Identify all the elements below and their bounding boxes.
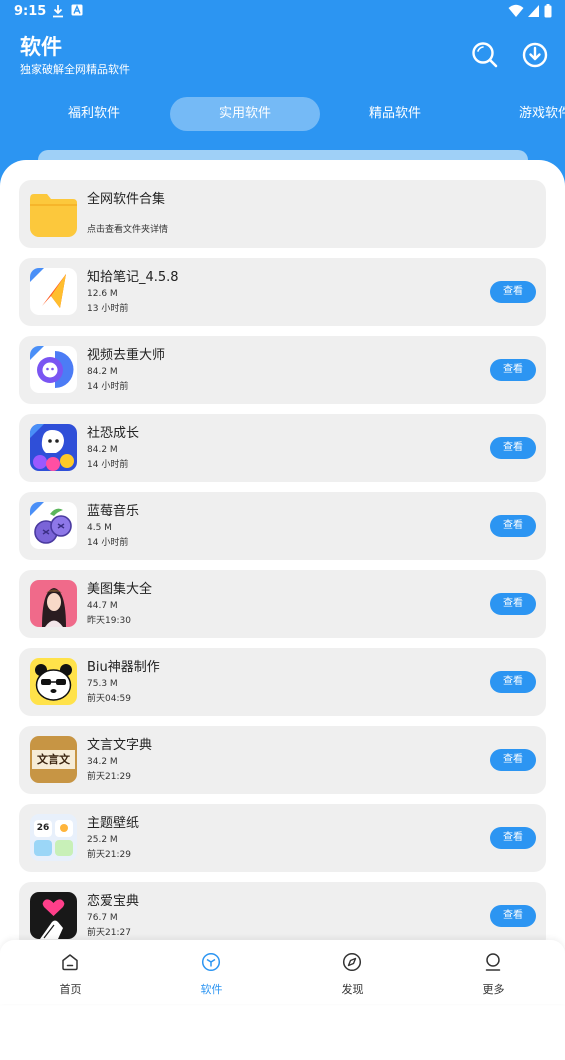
status-bar: 9:15 xyxy=(0,0,565,24)
nav-label: 软件 xyxy=(200,983,223,996)
tab-games[interactable]: 游戏软件 xyxy=(470,97,565,131)
nav-discover[interactable]: 发现 xyxy=(282,940,423,1004)
view-button[interactable]: 查看 xyxy=(490,749,536,771)
social-growth-icon xyxy=(30,424,77,471)
view-button[interactable]: 查看 xyxy=(490,905,536,927)
download-status-icon xyxy=(53,5,63,18)
app-size: 84.2 M xyxy=(87,367,118,377)
page-title: 软件 xyxy=(20,35,62,59)
app-status-icon xyxy=(71,4,83,16)
person-icon xyxy=(485,953,501,971)
app-name: 文言文字典 xyxy=(87,738,153,753)
app-card[interactable]: 知拾笔记_4.5.8 12.6 M 13 小时前 查看 xyxy=(19,258,546,326)
app-card[interactable]: 视频去重大师 84.2 M 14 小时前 查看 xyxy=(19,336,546,404)
app-card[interactable]: 美图集大全 44.7 M 昨天19:30 查看 xyxy=(19,570,546,638)
cell-signal-icon xyxy=(528,5,539,17)
app-time: 14 小时前 xyxy=(87,382,129,392)
app-size: 12.6 M xyxy=(87,289,118,299)
app-name: Biu神器制作 xyxy=(87,660,160,675)
app-name: 主题壁纸 xyxy=(87,816,140,831)
app-name: 蓝莓音乐 xyxy=(87,504,140,519)
app-card[interactable]: Biu神器制作 75.3 M 前天04:59 查看 xyxy=(19,648,546,716)
app-time: 前天21:29 xyxy=(87,772,131,782)
content-sheet: 全网软件合集 点击查看文件夹详情 知拾笔记_4.5.8 12.6 M 13 小时… xyxy=(0,160,565,1060)
folder-title: 全网软件合集 xyxy=(87,192,166,207)
category-tabs: 福利软件 实用软件 精品软件 游戏软件 xyxy=(0,97,565,131)
arrow-logo-icon xyxy=(30,268,77,315)
app-name: 社恐成长 xyxy=(87,426,140,441)
app-name: 视频去重大师 xyxy=(87,348,166,363)
bottom-nav: 首页 软件 发现 更多 xyxy=(0,940,565,1004)
folder-card[interactable]: 全网软件合集 点击查看文件夹详情 xyxy=(19,180,546,248)
nav-more[interactable]: 更多 xyxy=(423,940,564,1004)
app-time: 前天04:59 xyxy=(87,694,131,704)
view-button[interactable]: 查看 xyxy=(490,671,536,693)
search-icon[interactable] xyxy=(470,40,500,70)
view-button[interactable]: 查看 xyxy=(490,827,536,849)
view-button[interactable]: 查看 xyxy=(490,437,536,459)
app-size: 84.2 M xyxy=(87,445,118,455)
view-button[interactable]: 查看 xyxy=(490,593,536,615)
tab-utility[interactable]: 实用软件 xyxy=(170,97,320,131)
app-size: 4.5 M xyxy=(87,523,112,533)
app-size: 76.7 M xyxy=(87,913,118,923)
app-card[interactable]: 文言文 文言文字典 34.2 M 前天21:29 查看 xyxy=(19,726,546,794)
nav-home[interactable]: 首页 xyxy=(0,940,141,1004)
tab-welfare[interactable]: 福利软件 xyxy=(19,97,169,131)
app-time: 14 小时前 xyxy=(87,460,129,470)
app-name: 知拾笔记_4.5.8 xyxy=(87,270,179,285)
app-card[interactable]: 社恐成长 84.2 M 14 小时前 查看 xyxy=(19,414,546,482)
app-size: 44.7 M xyxy=(87,601,118,611)
title-block: 软件 独家破解全网精品软件 xyxy=(20,33,130,77)
app-size: 25.2 M xyxy=(87,835,118,845)
app-size: 34.2 M xyxy=(87,757,118,767)
app-time: 昨天19:30 xyxy=(87,616,131,626)
portrait-icon xyxy=(30,580,77,627)
app-time: 13 小时前 xyxy=(87,304,129,314)
home-icon xyxy=(62,954,78,971)
video-dedupe-icon xyxy=(30,346,77,393)
app-card[interactable]: 蓝莓音乐 4.5 M 14 小时前 查看 xyxy=(19,492,546,560)
nav-label: 首页 xyxy=(59,983,82,996)
blueberry-icon xyxy=(30,502,77,549)
nav-label: 发现 xyxy=(341,983,364,996)
view-button[interactable]: 查看 xyxy=(490,359,536,381)
app-name: 美图集大全 xyxy=(87,582,153,597)
download-icon[interactable] xyxy=(520,40,550,70)
compass-icon xyxy=(342,952,362,972)
app-name: 恋爱宝典 xyxy=(87,894,140,909)
status-time: 9:15 xyxy=(14,4,47,19)
panda-icon xyxy=(30,658,77,705)
nav-label: 更多 xyxy=(482,983,505,996)
app-time: 前天21:27 xyxy=(87,928,131,938)
view-button[interactable]: 查看 xyxy=(490,281,536,303)
app-time: 14 小时前 xyxy=(87,538,129,548)
app-size: 75.3 M xyxy=(87,679,118,689)
app-card[interactable]: 26 主题壁纸 25.2 M 前天21:29 查看 xyxy=(19,804,546,872)
folder-subtitle: 点击查看文件夹详情 xyxy=(87,225,169,235)
app-time: 前天21:29 xyxy=(87,850,131,860)
wallpaper-widgets-icon: 26 xyxy=(30,814,77,861)
battery-icon xyxy=(544,4,552,18)
view-button[interactable]: 查看 xyxy=(490,515,536,537)
dictionary-icon: 文言文 xyxy=(30,736,77,783)
wifi-icon xyxy=(508,4,524,17)
folder-icon xyxy=(30,190,77,237)
tab-premium[interactable]: 精品软件 xyxy=(320,97,470,131)
heart-hand-icon xyxy=(30,892,77,939)
page-subtitle: 独家破解全网精品软件 xyxy=(20,63,130,76)
nav-software[interactable]: 软件 xyxy=(141,940,282,1004)
cube-icon xyxy=(201,952,221,972)
